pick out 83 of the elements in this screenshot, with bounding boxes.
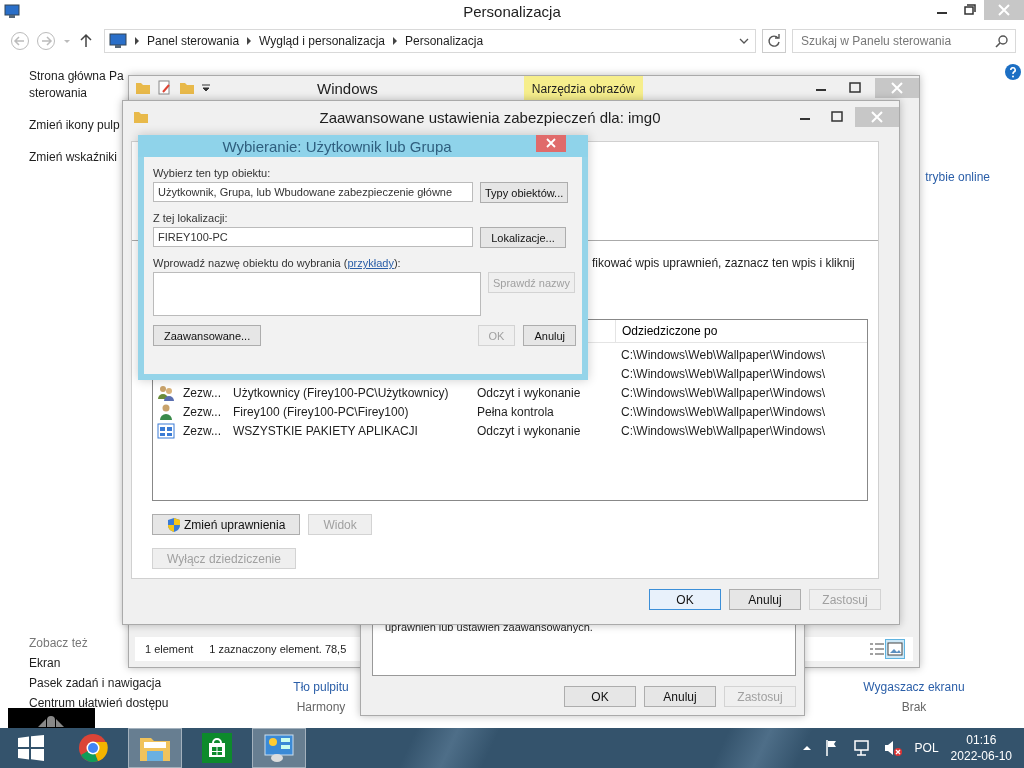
- table-cell-text: Użytkownicy (Firey100-PC\Użytkownicy): [233, 385, 450, 400]
- dropdown-icon[interactable]: [201, 82, 211, 94]
- table-cell-text: WSZYSTKIE PAKIETY APLIKACJI: [233, 423, 419, 438]
- clock[interactable]: 01:16 2022-06-10: [950, 732, 1012, 764]
- chevron-icon: [133, 36, 141, 46]
- dialog-title: Wybieranie: Użytkownik lub Grupa: [221, 137, 453, 155]
- shield-icon: [167, 516, 181, 533]
- breadcrumb-item[interactable]: Wygląd i personalizacja: [259, 34, 385, 48]
- store-icon: [202, 733, 232, 763]
- windows-logo-icon: [17, 735, 45, 761]
- control-panel-icon: [109, 33, 127, 49]
- folder-icon: [133, 110, 149, 124]
- table-cell-text: C:\Windows\Web\Wallpaper\Windows\: [621, 423, 827, 438]
- table-cell-text: Firey100 (Firey100-PC\Firey100): [233, 404, 410, 419]
- location-field[interactable]: FIREY100-PC: [153, 227, 473, 247]
- action-button[interactable]: Zmień uprawnienia: [152, 514, 301, 535]
- search-icon: [995, 34, 1009, 48]
- users-icon: [157, 384, 175, 401]
- sidebar-link[interactable]: Centrum ułatwień dostępu: [29, 696, 169, 710]
- window-title: Personalizacja: [463, 2, 561, 20]
- control-panel-icon: [263, 733, 295, 763]
- table-cell-text: Odczyt i wykonanie: [477, 385, 582, 400]
- taskbar-button[interactable]: [252, 728, 306, 768]
- view-button[interactable]: [885, 639, 905, 659]
- column-header[interactable]: Odziedziczone po: [615, 320, 867, 342]
- setting-link[interactable]: Tło pulpitu: [293, 680, 349, 694]
- properties-icon[interactable]: [157, 80, 173, 96]
- table-cell-text: C:\Windows\Web\Wallpaper\Windows\: [621, 347, 827, 362]
- window-title: Windows: [317, 79, 378, 97]
- dialog-button[interactable]: Zaawansowane...: [153, 325, 262, 346]
- table-cell-text: Zezw...: [183, 385, 222, 400]
- chevron-icon: [245, 36, 254, 46]
- object-type-field[interactable]: Użytkownik, Grupa, lub Wbudowane zabezpieczenie główne: [153, 182, 473, 202]
- sidebar-link[interactable]: Pasek zadań i nawigacja: [29, 676, 162, 690]
- browser-icon: [78, 733, 108, 763]
- status-text: 1 zaznaczony element. 78,5: [209, 643, 347, 655]
- online-link[interactable]: trybie online: [925, 170, 990, 184]
- thumbnails-view-icon: [887, 642, 903, 656]
- sidebar-link[interactable]: Ekran: [29, 656, 61, 670]
- table-cell-text: C:\Windows\Web\Wallpaper\Windows\: [621, 404, 827, 419]
- object-name-field[interactable]: [153, 272, 481, 316]
- user-icon: [157, 403, 175, 420]
- table-cell-text: Odczyt i wykonanie: [477, 423, 582, 438]
- table-cell-text: Zezw...: [183, 404, 222, 419]
- table-cell-text: Pełna kontrola: [477, 404, 555, 419]
- network-icon[interactable]: [852, 739, 871, 757]
- table-cell-text: C:\Windows\Web\Wallpaper\Windows\: [621, 366, 827, 381]
- help-icon[interactable]: [1005, 64, 1021, 80]
- chevron-icon: [391, 36, 399, 46]
- dialog-button[interactable]: OK: [564, 686, 636, 707]
- breadcrumb-item[interactable]: Personalizacja: [405, 34, 484, 48]
- language-indicator[interactable]: POL: [914, 741, 939, 755]
- status-text: 1 element: [145, 643, 194, 655]
- section-heading: Zobacz też: [29, 636, 88, 650]
- app-packages-icon: [157, 422, 175, 439]
- details-view-icon: [869, 642, 885, 656]
- setting-value: Harmony: [296, 700, 346, 714]
- info-text: fikować wpis uprawnień, zaznacz ten wpis i kliknij: [592, 255, 855, 272]
- field-label: Z tej lokalizacji:: [153, 212, 229, 224]
- dialog-button[interactable]: Anuluj: [729, 589, 801, 610]
- table-cell-text: Zezw...: [183, 423, 222, 438]
- control-panel-icon: [4, 3, 20, 19]
- setting-link[interactable]: Wygaszacz ekranu: [863, 680, 965, 694]
- field-label: Wprowadź nazwę obiektu do wybrania (przykłady):: [153, 257, 402, 269]
- breadcrumb-item[interactable]: Panel sterowania: [147, 34, 240, 48]
- taskbar-button[interactable]: [128, 728, 182, 768]
- setting-value: Brak: [901, 700, 927, 714]
- table-cell-text: C:\Windows\Web\Wallpaper\Windows\: [621, 385, 827, 400]
- ribbon-context-tab[interactable]: Narzędzia obrazów: [523, 76, 643, 100]
- dialog-button[interactable]: Anuluj: [644, 686, 716, 707]
- refresh-button[interactable]: [762, 29, 786, 53]
- object-types-button[interactable]: Typy obiektów...: [480, 182, 569, 203]
- examples-link[interactable]: przykłady: [347, 257, 394, 269]
- dialog-button[interactable]: OK: [649, 589, 721, 610]
- field-label: Wybierz ten typ obiektu:: [153, 167, 272, 179]
- close-button[interactable]: [536, 135, 566, 152]
- dialog-button[interactable]: Anuluj: [523, 325, 576, 346]
- locations-button[interactable]: Lokalizacje...: [480, 227, 566, 248]
- muted-speaker-icon[interactable]: [882, 739, 903, 757]
- address-bar[interactable]: Panel sterowania Wygląd i personalizacja Personalizacja: [104, 29, 756, 53]
- search-field[interactable]: Szukaj w Panelu sterowania: [792, 29, 1016, 53]
- folder-icon: [135, 81, 151, 95]
- dialog-title: Zaawansowane ustawienia zabezpieczeń dla: img0: [318, 108, 662, 126]
